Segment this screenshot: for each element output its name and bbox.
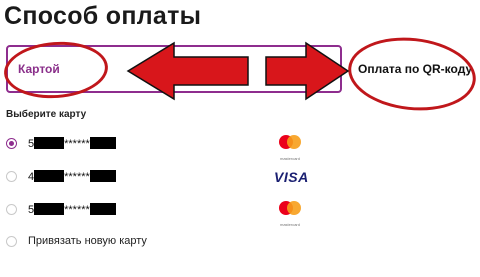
add-card-radio[interactable] bbox=[6, 236, 17, 247]
page-title: Способ оплаты bbox=[4, 2, 202, 30]
redaction-bar bbox=[89, 203, 116, 215]
annotation-arrow-right-icon bbox=[265, 41, 350, 101]
card-number: 5 ****** bbox=[28, 137, 116, 150]
card-radio[interactable] bbox=[6, 171, 17, 182]
annotation-arrow-left-icon bbox=[126, 41, 249, 101]
card-radio[interactable] bbox=[6, 204, 17, 215]
card-radio[interactable] bbox=[6, 138, 17, 149]
card-number: 4 ****** bbox=[28, 170, 116, 183]
add-card-label: Привязать новую карту bbox=[28, 235, 147, 247]
annotation-circle-qr bbox=[344, 31, 480, 117]
select-card-heading: Выберите карту bbox=[6, 109, 87, 120]
mastercard-logo-icon: mastercard bbox=[276, 134, 304, 161]
redaction-bar bbox=[89, 170, 116, 182]
redaction-bar bbox=[34, 203, 65, 215]
mastercard-logo-icon: mastercard bbox=[276, 200, 304, 227]
redaction-bar bbox=[89, 137, 116, 149]
visa-logo-icon: VISA bbox=[274, 169, 309, 185]
redaction-bar bbox=[34, 170, 65, 182]
redaction-bar bbox=[34, 137, 65, 149]
add-card-option[interactable]: Привязать новую карту bbox=[6, 232, 326, 252]
card-number: 5 ****** bbox=[28, 203, 116, 216]
